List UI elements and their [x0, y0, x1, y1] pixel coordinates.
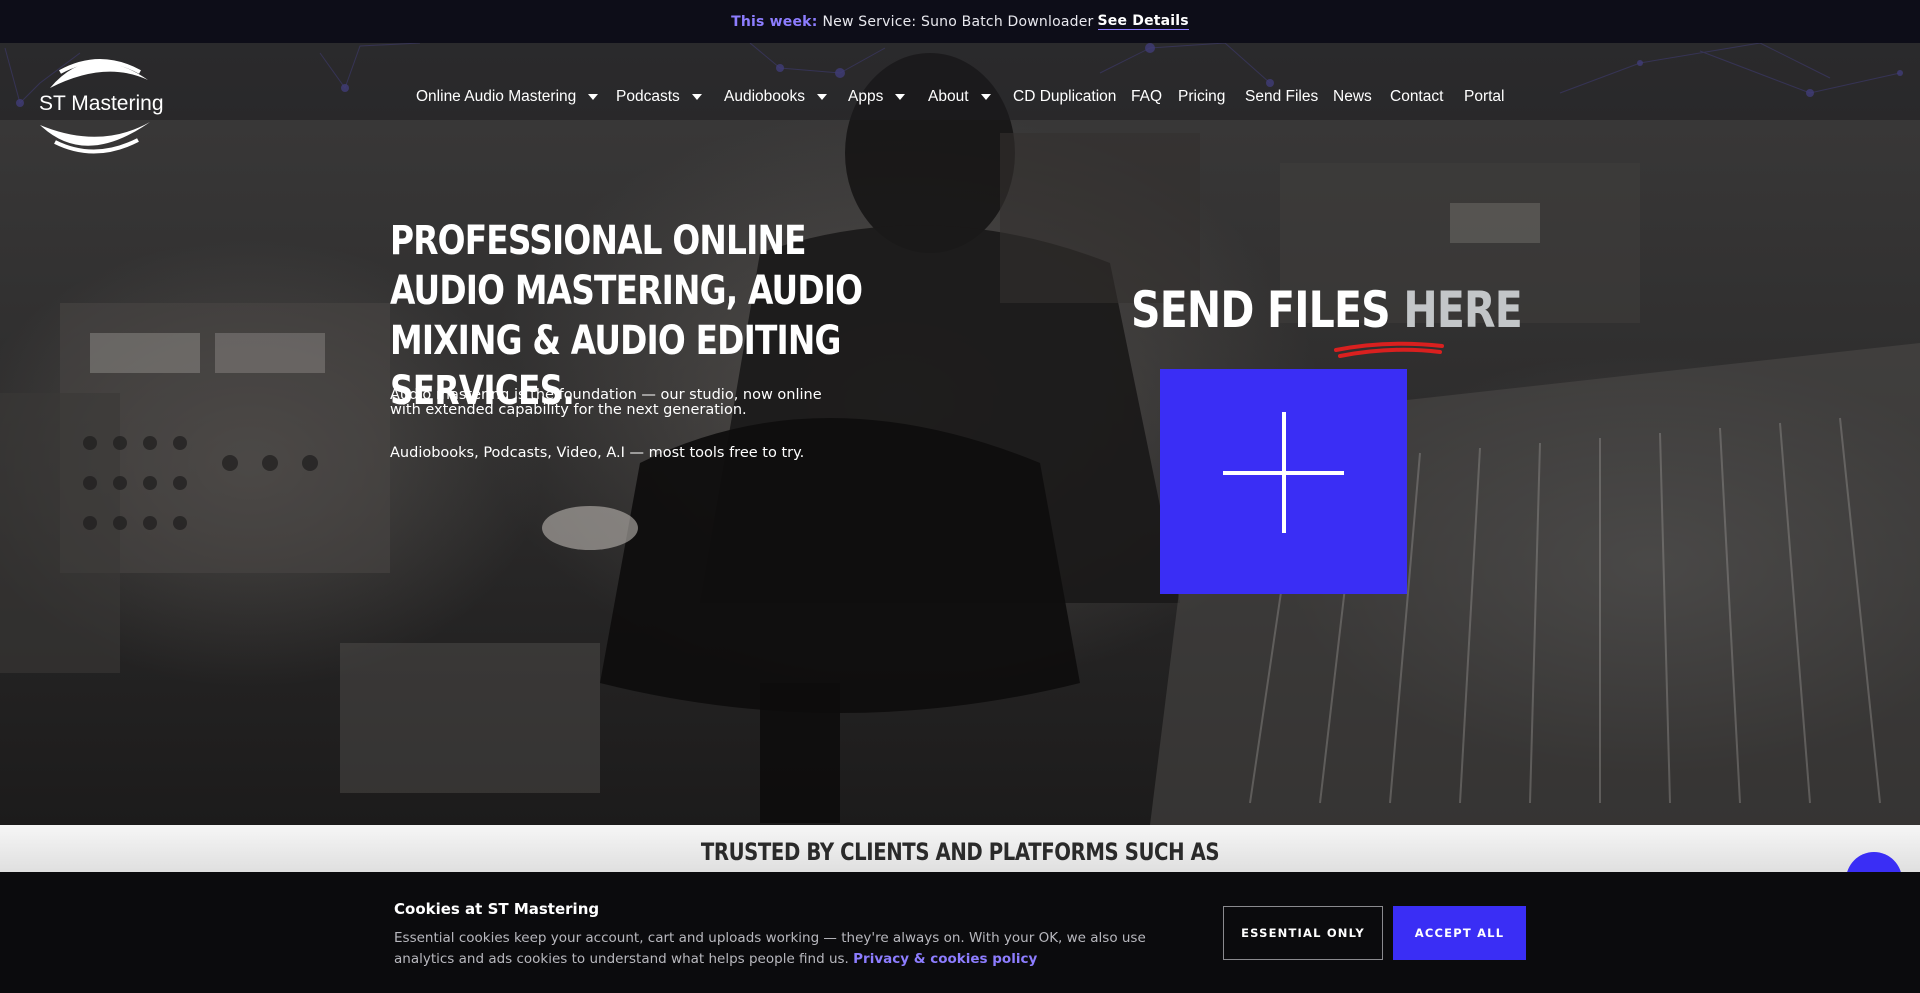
plus-icon [1223, 412, 1344, 533]
file-upload-dropzone[interactable] [1160, 369, 1407, 594]
cookie-title: Cookies at ST Mastering [394, 900, 600, 918]
chevron-down-icon [691, 93, 702, 100]
nav-online-audio-mastering[interactable]: Online Audio Mastering [416, 88, 599, 106]
nav-audiobooks[interactable]: Audiobooks [724, 88, 828, 106]
send-files-heading: SEND FILES HERE [1131, 280, 1523, 340]
chevron-down-icon [895, 93, 906, 100]
chevron-down-icon [980, 93, 991, 100]
nav-apps[interactable]: Apps [848, 88, 906, 106]
nav-cd-duplication[interactable]: CD Duplication [1013, 88, 1116, 106]
chevron-down-icon [817, 93, 828, 100]
essential-only-button[interactable]: ESSENTIAL ONLY [1223, 906, 1383, 960]
cookie-description: Essential cookies keep your account, car… [394, 928, 1194, 970]
trusted-heading: TRUSTED BY CLIENTS AND PLATFORMS SUCH AS [700, 838, 1220, 866]
hero-section [0, 43, 1920, 825]
main-navigation: Online Audio Mastering Podcasts Audioboo… [0, 80, 1920, 114]
nav-send-files[interactable]: Send Files [1245, 88, 1318, 106]
announcement-bar: This week: New Service: Suno Batch Downl… [0, 0, 1920, 43]
nav-podcasts[interactable]: Podcasts [616, 88, 702, 106]
nav-contact[interactable]: Contact [1390, 88, 1443, 106]
studio-background-image [0, 43, 1920, 825]
chevron-down-icon [588, 93, 599, 100]
nav-pricing[interactable]: Pricing [1178, 88, 1225, 106]
accept-all-button[interactable]: ACCEPT ALL [1393, 906, 1526, 960]
announcement-message: New Service: Suno Batch Downloader [822, 13, 1094, 30]
hero-subtext: Audio mastering is the foundation — our … [390, 387, 822, 418]
privacy-policy-link[interactable]: Privacy & cookies policy [853, 951, 1037, 967]
send-files-label: SEND FILES [1131, 281, 1391, 339]
send-files-here: HERE [1403, 281, 1522, 339]
nav-portal[interactable]: Portal [1464, 88, 1505, 106]
hero-subtext-tools: Audiobooks, Podcasts, Video, A.I — most … [390, 445, 805, 461]
nav-faq[interactable]: FAQ [1131, 88, 1162, 106]
hero-headline: Professional online audio mastering, aud… [390, 218, 863, 414]
announcement-label: This week: [731, 13, 818, 30]
red-underline-scribble [1334, 341, 1444, 358]
nav-about[interactable]: About [928, 88, 991, 106]
nav-news[interactable]: News [1333, 88, 1372, 106]
see-details-link[interactable]: See Details [1097, 13, 1189, 30]
